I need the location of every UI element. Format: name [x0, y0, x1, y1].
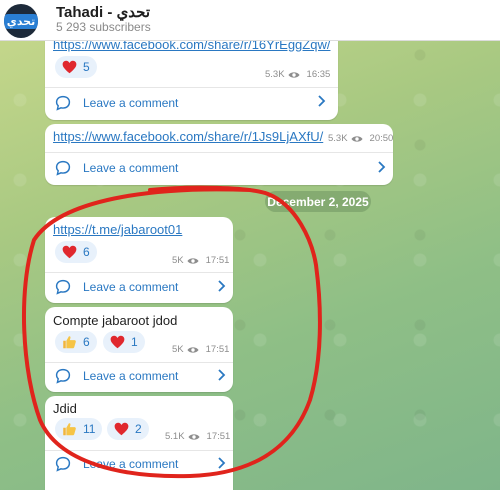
comment-icon — [55, 95, 71, 111]
message-time: 20:50 — [369, 133, 394, 144]
divider — [45, 362, 233, 363]
divider — [45, 450, 233, 451]
comment-icon — [55, 279, 71, 295]
leave-comment-button[interactable]: Leave a comment — [55, 365, 225, 387]
reaction-heart[interactable]: 6 — [55, 241, 97, 263]
leave-comment-button[interactable]: Leave a comment — [55, 157, 385, 179]
message-meta: 5.1K 17:51 — [165, 431, 230, 442]
eye-icon — [288, 71, 300, 78]
thumbs-up-icon — [63, 336, 76, 349]
message-bubble-3: https://t.me/jabaroot01 6 5K 17:51 Leave… — [45, 217, 233, 303]
reaction-count: 11 — [83, 422, 96, 436]
eye-icon — [188, 433, 200, 440]
subscriber-count: 5 293 subscribers — [56, 20, 151, 34]
chevron-right-icon — [218, 369, 226, 381]
reaction-heart[interactable]: 1 — [103, 331, 145, 353]
channel-title: Tahadi - تحدي — [56, 4, 151, 21]
divider — [45, 272, 233, 273]
avatar-logo-text: تحدي — [4, 13, 38, 29]
eye-icon — [187, 346, 199, 353]
comment-icon — [55, 368, 71, 384]
date-separator: December 2, 2025 — [265, 191, 371, 212]
view-count: 5.3K — [265, 69, 285, 80]
comment-icon — [55, 160, 71, 176]
message-time: 17:51 — [206, 431, 231, 442]
reaction-count: 6 — [83, 245, 90, 259]
heart-icon — [62, 245, 77, 259]
message-time: 16:35 — [306, 69, 331, 80]
channel-avatar[interactable]: تحدي — [4, 4, 38, 38]
channel-header[interactable]: تحدي Tahadi - تحدي 5 293 subscribers — [0, 0, 500, 41]
message-link[interactable]: https://www.facebook.com/share/r/1Js9LjA… — [53, 129, 323, 144]
leave-comment-button[interactable]: Leave a comment — [55, 92, 330, 114]
message-time: 17:51 — [205, 255, 230, 266]
reaction-heart[interactable]: 5 — [55, 56, 97, 78]
message-bubble-4: Compte jabaroot jdod 6 1 5K 17:51 Leave … — [45, 307, 233, 392]
leave-comment-label: Leave a comment — [83, 161, 179, 175]
reaction-count: 5 — [83, 60, 90, 74]
divider — [45, 87, 338, 88]
message-meta: 5K 17:51 — [172, 344, 229, 355]
reaction-count: 6 — [83, 335, 90, 349]
chevron-right-icon — [218, 457, 226, 469]
message-meta: 5.3K 20:50 — [328, 133, 393, 144]
message-time: 17:51 — [205, 344, 230, 355]
heart-icon — [62, 60, 77, 74]
leave-comment-label: Leave a comment — [83, 96, 179, 110]
message-bubble-1: https://www.facebook.com/share/r/16YrEgg… — [45, 31, 338, 120]
chevron-right-icon — [318, 95, 326, 107]
thumbs-up-icon — [63, 423, 76, 436]
heart-icon — [110, 335, 125, 349]
message-meta: 5.3K 16:35 — [265, 69, 330, 80]
comment-icon — [55, 456, 71, 472]
eye-icon — [187, 257, 199, 264]
leave-comment-label: Leave a comment — [83, 457, 179, 471]
divider — [45, 152, 393, 153]
message-bubble-5: Jdid 11 2 5.1K 17:51 Leave a comment — [45, 396, 233, 490]
view-count: 5K — [172, 255, 184, 266]
message-meta: 5K 17:51 — [172, 255, 229, 266]
reaction-heart[interactable]: 2 — [107, 418, 149, 440]
view-count: 5K — [172, 344, 184, 355]
reaction-thumbs-up[interactable]: 11 — [55, 418, 103, 440]
heart-icon — [114, 422, 129, 436]
chevron-right-icon — [378, 161, 386, 173]
reaction-count: 2 — [135, 422, 142, 436]
leave-comment-button[interactable]: Leave a comment — [55, 276, 225, 298]
message-text: Jdid — [53, 401, 77, 416]
leave-comment-label: Leave a comment — [83, 369, 179, 383]
message-link[interactable]: https://t.me/jabaroot01 — [53, 222, 182, 237]
view-count: 5.3K — [328, 133, 348, 144]
chevron-right-icon — [218, 280, 226, 292]
message-bubble-2: https://www.facebook.com/share/r/1Js9LjA… — [45, 124, 393, 185]
message-text: Compte jabaroot jdod — [53, 313, 178, 328]
view-count: 5.1K — [165, 431, 185, 442]
leave-comment-label: Leave a comment — [83, 280, 179, 294]
reaction-count: 1 — [131, 335, 138, 349]
reaction-thumbs-up[interactable]: 6 — [55, 331, 97, 353]
eye-icon — [351, 135, 363, 142]
leave-comment-button[interactable]: Leave a comment — [55, 453, 225, 475]
